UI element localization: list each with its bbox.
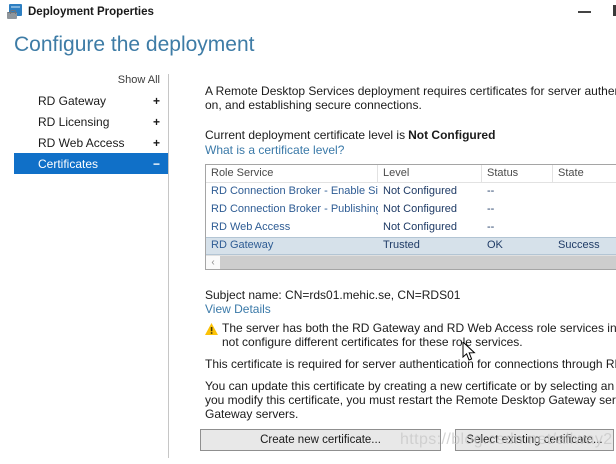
column-header-role-service[interactable]: Role Service <box>206 165 378 182</box>
column-header-status[interactable]: Status <box>482 165 553 182</box>
column-header-level[interactable]: Level <box>378 165 482 182</box>
collapse-icon[interactable]: − <box>153 157 160 171</box>
table-row[interactable]: RD Connection Broker - Enable Sing Not C… <box>206 183 616 201</box>
certificate-level-line: Current deployment certificate level isN… <box>205 128 495 142</box>
sidebar-item-certificates[interactable]: Certificates − <box>14 153 168 174</box>
column-header-state[interactable]: State <box>553 165 616 182</box>
cell-status: OK <box>482 237 553 255</box>
select-existing-certificate-button[interactable]: Select existing certificate... <box>455 429 614 451</box>
certificate-required-text: This certificate is required for server … <box>205 357 616 371</box>
role-services-table: Role Service Level Status State RD Conne… <box>205 164 616 270</box>
horizontal-scrollbar[interactable]: ‹ <box>206 255 616 269</box>
sidebar: RD Gateway + RD Licensing + RD Web Acces… <box>14 90 168 174</box>
sidebar-item-rd-gateway[interactable]: RD Gateway + <box>14 90 168 111</box>
sidebar-item-label: RD Gateway <box>38 94 153 108</box>
warning-message: The server has both the RD Gateway and R… <box>205 321 616 349</box>
warning-line-2: not configure different certificates for… <box>222 335 616 349</box>
view-details-link-text[interactable]: View Details <box>205 302 271 316</box>
cell-state <box>553 201 616 219</box>
minimize-icon <box>578 11 591 13</box>
cell-status: -- <box>482 219 553 237</box>
scroll-left-icon[interactable]: ‹ <box>206 256 220 269</box>
expand-icon[interactable]: + <box>153 115 160 129</box>
subject-name-text: Subject name: CN=rds01.mehic.se, CN=RDS0… <box>205 288 460 302</box>
cell-role-service: RD Gateway <box>206 237 378 255</box>
page-title: Configure the deployment <box>14 33 255 57</box>
minimize-button[interactable] <box>568 0 600 24</box>
title-bar: Deployment Properties <box>0 0 616 24</box>
warning-line-1: The server has both the RD Gateway and R… <box>222 321 616 335</box>
update-line-1: You can update this certificate by creat… <box>205 379 616 393</box>
cell-state: Success <box>553 237 616 255</box>
intro-paragraph: A Remote Desktop Services deployment req… <box>205 84 616 112</box>
cell-role-service: RD Connection Broker - Enable Sing <box>206 183 378 201</box>
table-header-row: Role Service Level Status State <box>206 165 616 183</box>
certificate-level-prefix: Current deployment certificate level is <box>205 128 405 142</box>
expand-icon[interactable]: + <box>153 136 160 150</box>
view-details-link[interactable]: View Details <box>205 302 271 316</box>
table-row[interactable]: RD Connection Broker - Publishing Not Co… <box>206 201 616 219</box>
cell-status: -- <box>482 201 553 219</box>
sidebar-item-label: RD Web Access <box>38 136 153 150</box>
server-manager-icon <box>7 4 23 20</box>
table-row-selected[interactable]: RD Gateway Trusted OK Success <box>206 237 616 255</box>
update-line-2: you modify this certificate, you must re… <box>205 393 616 407</box>
update-line-3: Gateway servers. <box>205 407 616 421</box>
create-new-certificate-button[interactable]: Create new certificate... <box>200 429 441 451</box>
cell-level: Not Configured <box>378 201 482 219</box>
intro-line-2: on, and establishing secure connections. <box>205 98 616 112</box>
cell-state <box>553 219 616 237</box>
expand-icon[interactable]: + <box>153 94 160 108</box>
show-all-link[interactable]: Show All <box>14 74 160 86</box>
intro-line-1: A Remote Desktop Services deployment req… <box>205 84 616 98</box>
sidebar-divider <box>168 74 169 458</box>
update-paragraph: You can update this certificate by creat… <box>205 379 616 421</box>
cell-status: -- <box>482 183 553 201</box>
table-row[interactable]: RD Web Access Not Configured -- <box>206 219 616 237</box>
cell-level: Not Configured <box>378 219 482 237</box>
cell-role-service: RD Connection Broker - Publishing <box>206 201 378 219</box>
certificate-level-help-link-text[interactable]: What is a certificate level? <box>205 143 344 157</box>
window-title: Deployment Properties <box>28 0 154 24</box>
warning-icon <box>205 323 218 338</box>
sidebar-item-rd-licensing[interactable]: RD Licensing + <box>14 111 168 132</box>
cell-role-service: RD Web Access <box>206 219 378 237</box>
certificate-level-value: Not Configured <box>408 128 495 142</box>
sidebar-item-rd-web-access[interactable]: RD Web Access + <box>14 132 168 153</box>
cell-level: Not Configured <box>378 183 482 201</box>
deployment-properties-window: Deployment Properties Configure the depl… <box>0 0 616 464</box>
sidebar-item-label: Certificates <box>38 157 153 171</box>
certificate-level-help-link[interactable]: What is a certificate level? <box>205 143 344 157</box>
cell-level: Trusted <box>378 237 482 255</box>
cell-state <box>553 183 616 201</box>
sidebar-item-label: RD Licensing <box>38 115 153 129</box>
